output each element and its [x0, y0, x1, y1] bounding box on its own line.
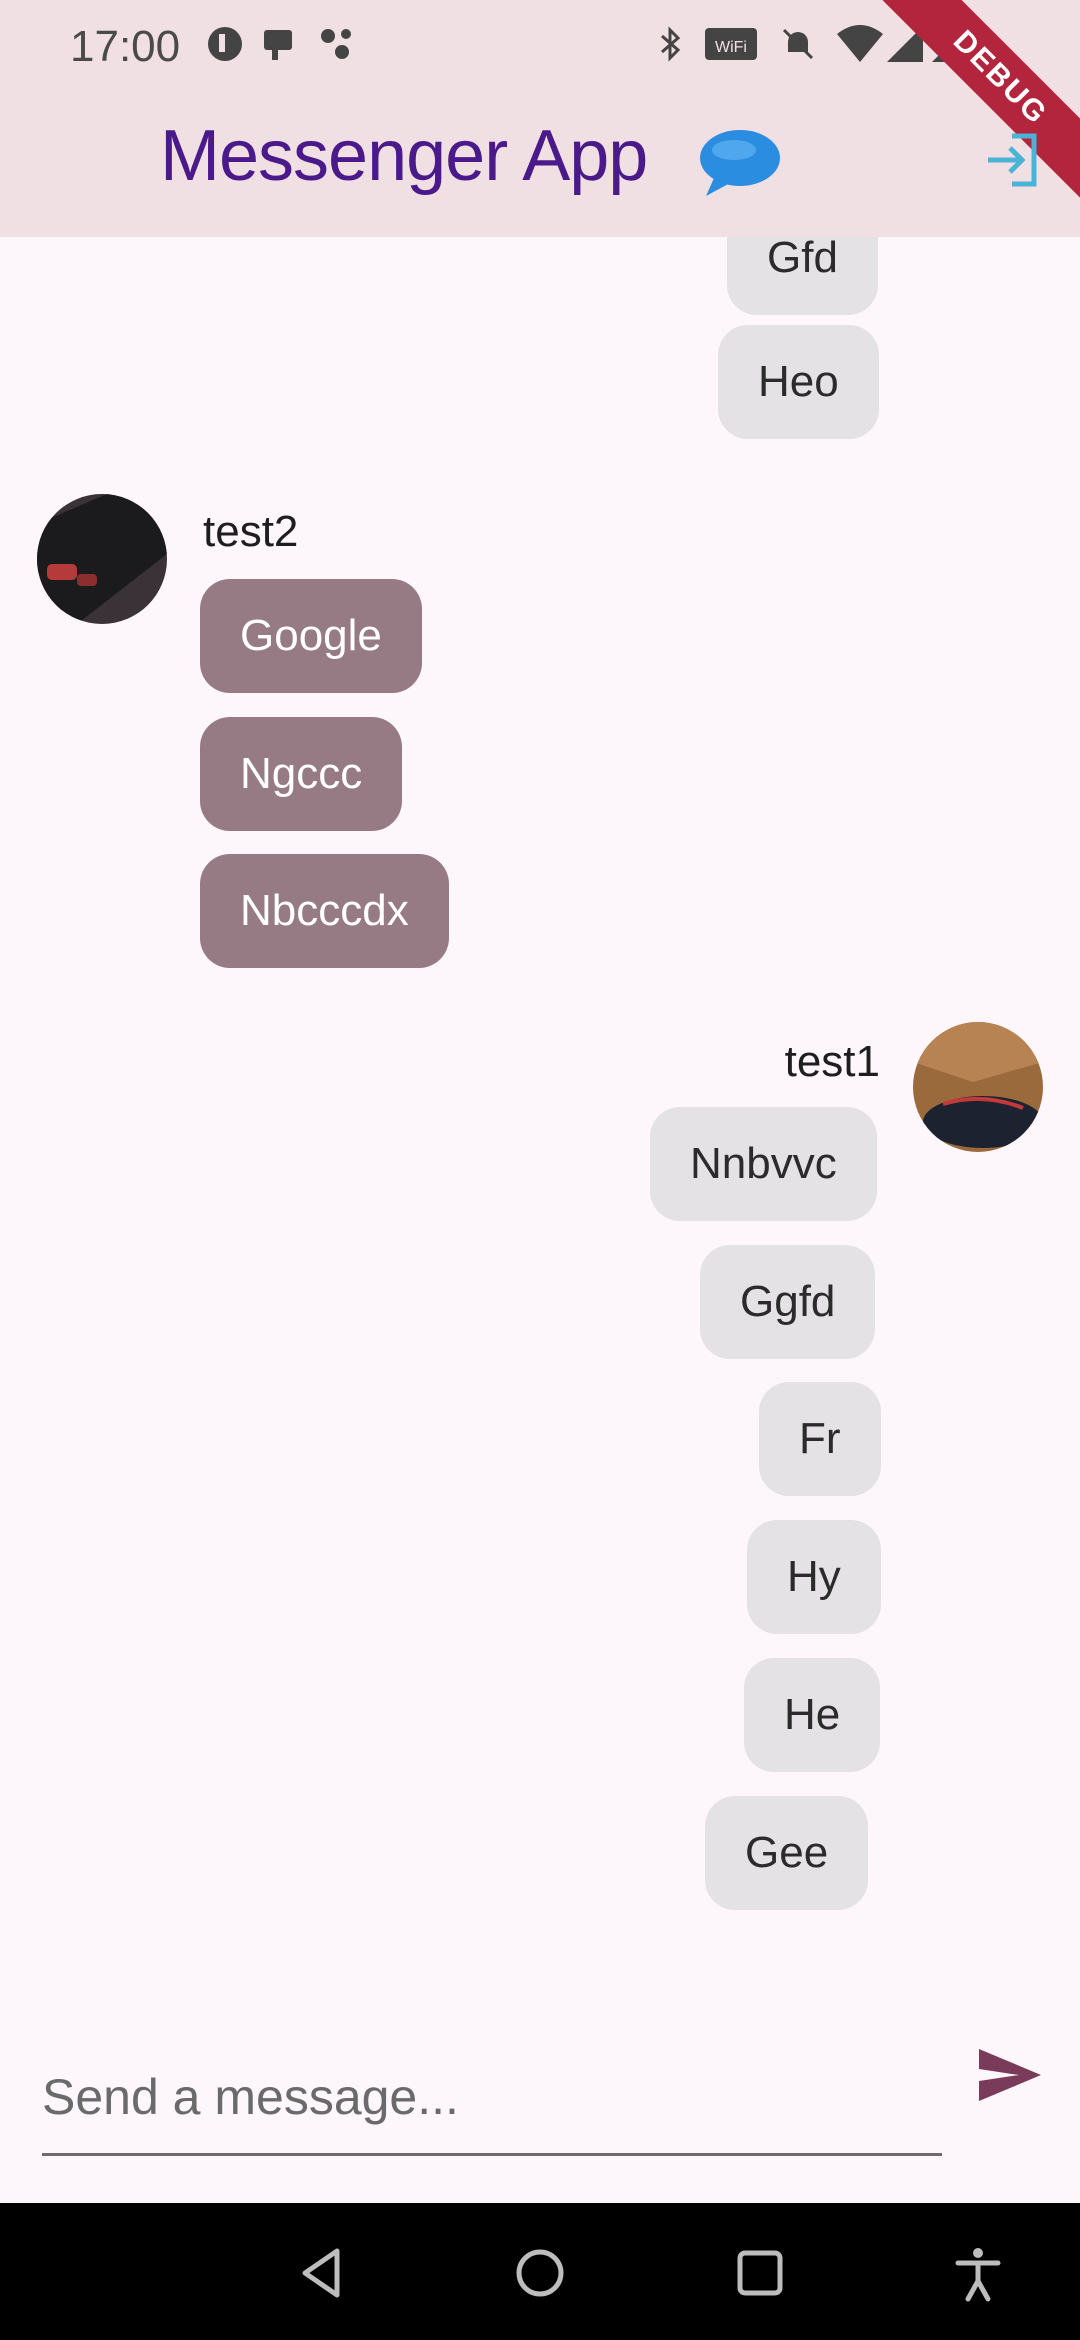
message-bubble[interactable]: Ggfd	[700, 1245, 876, 1359]
message-bubble[interactable]: He	[744, 1658, 881, 1772]
avatar-test2[interactable]	[37, 494, 167, 624]
message-bubble[interactable]: Gee	[705, 1796, 869, 1910]
send-icon	[979, 2049, 1041, 2101]
message-bubble[interactable]: Nnbvvc	[650, 1107, 877, 1221]
assistant-icon	[321, 29, 351, 59]
accessibility-icon[interactable]	[948, 2243, 1008, 2303]
message-bubble[interactable]: Fr	[759, 1382, 881, 1496]
send-button[interactable]	[975, 2045, 1045, 2105]
message-list[interactable]: Gfd Heo test2 Google Ngccc Nbcccdx test1…	[0, 237, 1080, 1957]
device-icon	[264, 30, 292, 60]
message-bubble[interactable]: Hy	[747, 1520, 881, 1634]
app-header: 17:00 WiFi DEBUG Messenger App	[0, 0, 1080, 237]
avatar-test1[interactable]	[913, 1022, 1043, 1152]
message-bubble[interactable]: Gfd	[727, 237, 878, 315]
sender-name: test1	[784, 1037, 880, 1086]
back-icon[interactable]	[293, 2243, 353, 2303]
wifi-calling-icon: WiFi	[705, 28, 757, 60]
notification-icon	[208, 27, 242, 61]
bluetooth-icon	[661, 26, 681, 62]
speech-bubble-emoji	[700, 130, 780, 196]
message-bubble[interactable]: Google	[200, 579, 422, 693]
sender-name: test2	[203, 507, 299, 556]
status-time: 17:00	[70, 22, 181, 71]
recents-icon[interactable]	[730, 2243, 790, 2303]
wifi-icon	[837, 25, 883, 62]
message-bubble[interactable]: Ngccc	[200, 717, 403, 831]
mute-icon	[782, 28, 814, 60]
home-icon[interactable]	[510, 2243, 570, 2303]
logout-button[interactable]	[982, 130, 1042, 190]
app-title: Messenger App	[160, 116, 648, 196]
svg-text:WiFi: WiFi	[715, 39, 747, 56]
message-bubble[interactable]: Heo	[718, 325, 879, 439]
system-navigation-bar	[0, 2203, 1080, 2340]
message-input[interactable]	[42, 2040, 942, 2156]
message-bubble[interactable]: Nbcccdx	[200, 854, 449, 968]
logout-icon	[988, 133, 1037, 187]
